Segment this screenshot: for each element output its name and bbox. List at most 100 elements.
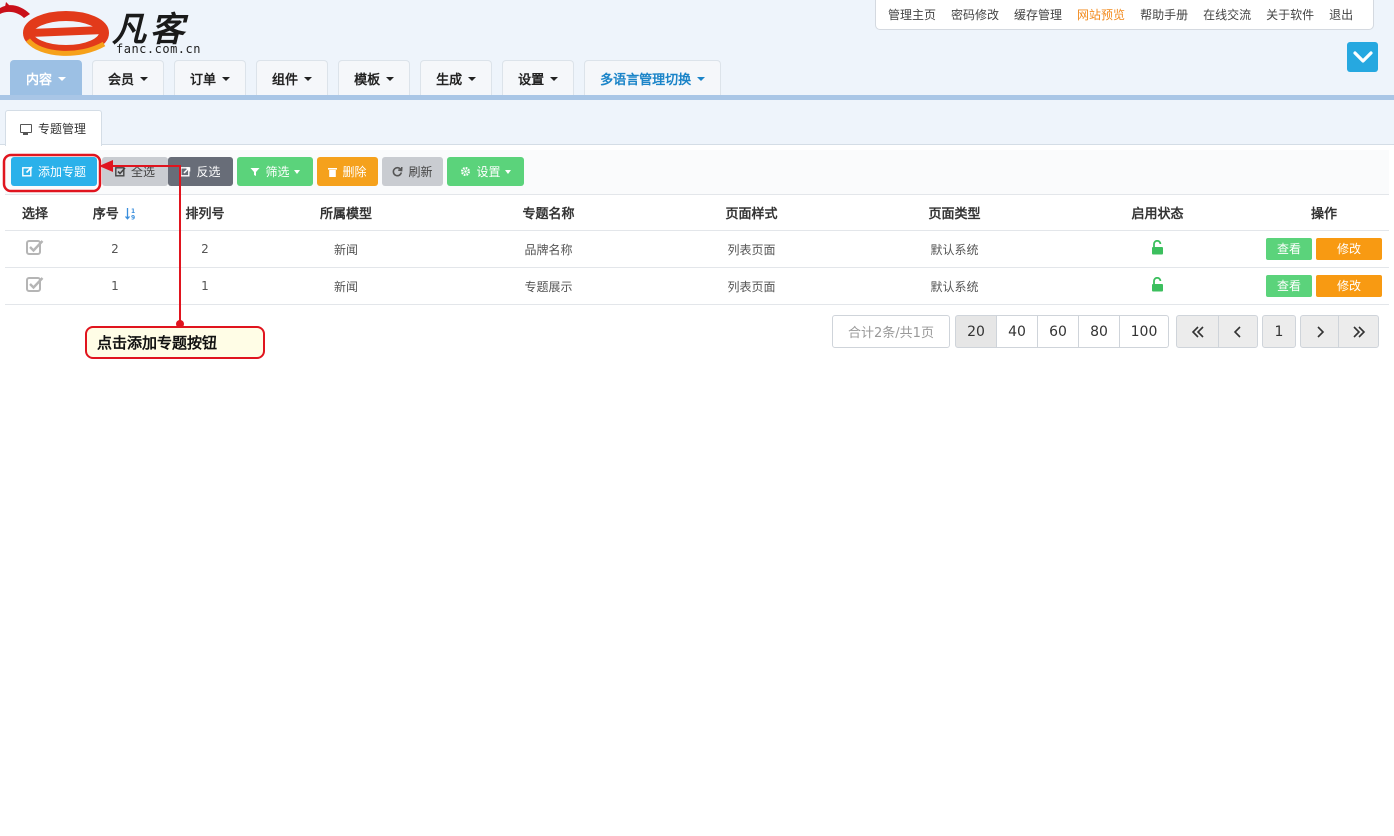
top-link-site-preview[interactable]: 网站预览 xyxy=(1077,6,1125,23)
settings-dropdown-button[interactable]: 设置 xyxy=(447,157,524,186)
table-row: 1 1 新闻 专题展示 列表页面 默认系统 查看 修改 xyxy=(5,268,1389,305)
row-checkbox[interactable] xyxy=(5,276,65,296)
add-topic-label: 添加专题 xyxy=(37,165,86,179)
nav-tab-settings[interactable]: 设置 xyxy=(502,60,575,96)
pagination-info: 合计2条/共1页 xyxy=(832,315,950,348)
table-header-row: 选择 序号 1 9 排列号 所属模型 专题名称 页面样式 页面类型 启用状态 操… xyxy=(5,194,1389,231)
view-button[interactable]: 查看 xyxy=(1266,275,1312,297)
top-link-cache[interactable]: 缓存管理 xyxy=(1014,6,1062,23)
nav-tab-label: 模板 xyxy=(354,73,381,88)
logo-mark-icon xyxy=(0,2,109,56)
page-size-20[interactable]: 20 xyxy=(955,315,997,348)
top-link-online-chat[interactable]: 在线交流 xyxy=(1203,6,1251,23)
cell-model: 新闻 xyxy=(333,242,358,257)
row-actions: 查看 修改 xyxy=(1259,275,1389,297)
cell-name: 品牌名称 xyxy=(524,242,573,257)
header-seq[interactable]: 序号 1 9 xyxy=(65,203,165,222)
nav-tab-label: 生成 xyxy=(436,73,463,88)
sub-tab-bar: 专题管理 xyxy=(0,100,1394,146)
cell-type: 默认系统 xyxy=(930,279,979,294)
chevron-right-icon xyxy=(1316,325,1324,338)
page: 凡客 fanc.com.cn 管理主页 密码修改 缓存管理 网站预览 帮助手册 … xyxy=(0,0,1394,836)
refresh-button[interactable]: 刷新 xyxy=(382,157,443,186)
nav-tab-templates[interactable]: 模板 xyxy=(338,60,411,96)
header-actions: 操作 xyxy=(1310,207,1337,222)
header-style: 页面样式 xyxy=(725,207,778,222)
invert-selection-button[interactable]: 反选 xyxy=(168,157,233,186)
status-toggle[interactable] xyxy=(1056,239,1259,258)
cell-style: 列表页面 xyxy=(727,242,776,257)
header-type: 页面类型 xyxy=(928,207,981,222)
next-page-button[interactable] xyxy=(1300,315,1339,348)
nav-tab-components[interactable]: 组件 xyxy=(256,60,329,96)
caret-down-icon xyxy=(293,169,300,174)
nav-tab-content[interactable]: 内容 xyxy=(10,60,83,96)
top-links: 管理主页 密码修改 缓存管理 网站预览 帮助手册 在线交流 关于软件 退出 xyxy=(875,0,1374,30)
double-chevron-right-icon xyxy=(1352,325,1365,338)
last-page-button[interactable] xyxy=(1338,315,1379,348)
add-topic-button[interactable]: 添加专题 xyxy=(11,157,97,186)
status-toggle[interactable] xyxy=(1056,276,1259,295)
gear-icon xyxy=(461,167,471,176)
edit-icon xyxy=(22,166,33,177)
header-status: 启用状态 xyxy=(1131,207,1184,222)
top-link-admin-home[interactable]: 管理主页 xyxy=(888,6,936,23)
caret-down-icon xyxy=(386,76,395,81)
nav-tab-members[interactable]: 会员 xyxy=(92,60,165,96)
nav-tab-label: 订单 xyxy=(190,73,217,88)
refresh-label: 刷新 xyxy=(408,165,433,179)
caret-down-icon xyxy=(550,76,559,81)
annotation-callout: 点击添加专题按钮 xyxy=(85,326,265,359)
nav-tab-label: 设置 xyxy=(518,73,545,88)
checkbox-icon xyxy=(26,240,44,255)
select-all-label: 全选 xyxy=(130,165,155,179)
page-size-80[interactable]: 80 xyxy=(1078,315,1120,348)
caret-down-icon xyxy=(58,76,67,81)
edit-button[interactable]: 修改 xyxy=(1316,238,1382,260)
refresh-icon xyxy=(393,166,404,177)
cell-seq: 1 xyxy=(111,279,119,293)
page-size-40[interactable]: 40 xyxy=(996,315,1038,348)
delete-button[interactable]: 删除 xyxy=(317,157,378,186)
svg-text:9: 9 xyxy=(131,215,135,221)
filter-label: 筛选 xyxy=(265,165,290,179)
tab-label: 专题管理 xyxy=(38,122,87,136)
nav-tab-generate[interactable]: 生成 xyxy=(420,60,493,96)
topic-table: 选择 序号 1 9 排列号 所属模型 专题名称 页面样式 页面类型 启用状态 操… xyxy=(5,194,1389,305)
page-number-current[interactable]: 1 xyxy=(1262,315,1296,348)
nav-tab-language[interactable]: 多语言管理切换 xyxy=(584,60,722,96)
top-link-logout[interactable]: 退出 xyxy=(1329,6,1353,23)
row-checkbox[interactable] xyxy=(5,239,65,259)
page-size-100[interactable]: 100 xyxy=(1119,315,1169,348)
top-link-about[interactable]: 关于软件 xyxy=(1266,6,1314,23)
view-button[interactable]: 查看 xyxy=(1266,238,1312,260)
header-select: 选择 xyxy=(21,207,48,222)
cell-style: 列表页面 xyxy=(727,279,776,294)
top-link-help[interactable]: 帮助手册 xyxy=(1140,6,1188,23)
first-page-button[interactable] xyxy=(1176,315,1219,348)
filter-dropdown-button[interactable]: 筛选 xyxy=(237,157,313,186)
edit-button[interactable]: 修改 xyxy=(1316,275,1382,297)
double-chevron-left-icon xyxy=(1191,325,1204,338)
chevron-left-icon xyxy=(1233,325,1241,338)
collapse-button[interactable] xyxy=(1347,42,1378,72)
caret-down-icon xyxy=(504,169,511,174)
prev-page-button[interactable] xyxy=(1218,315,1258,348)
nav-tab-label: 多语言管理切换 xyxy=(600,73,692,88)
share-square-icon xyxy=(180,167,191,177)
tab-topic-management[interactable]: 专题管理 xyxy=(5,110,102,146)
logo[interactable]: 凡客 fanc.com.cn xyxy=(0,0,230,58)
main-nav: 内容 会员 订单 组件 模板 生成 设置 多语言管理切换 xyxy=(10,60,731,96)
nav-tab-label: 内容 xyxy=(26,73,53,88)
logo-text: fanc.com.cn xyxy=(116,42,201,56)
delete-label: 删除 xyxy=(342,165,367,179)
caret-down-icon xyxy=(697,76,706,81)
cell-order: 1 xyxy=(201,279,209,293)
cell-type: 默认系统 xyxy=(930,242,979,257)
invert-selection-label: 反选 xyxy=(196,165,221,179)
select-all-button[interactable]: 全选 xyxy=(102,157,168,186)
page-size-60[interactable]: 60 xyxy=(1037,315,1079,348)
nav-tab-orders[interactable]: 订单 xyxy=(174,60,247,96)
table-row: 2 2 新闻 品牌名称 列表页面 默认系统 查看 修改 xyxy=(5,231,1389,268)
top-link-password[interactable]: 密码修改 xyxy=(951,6,999,23)
